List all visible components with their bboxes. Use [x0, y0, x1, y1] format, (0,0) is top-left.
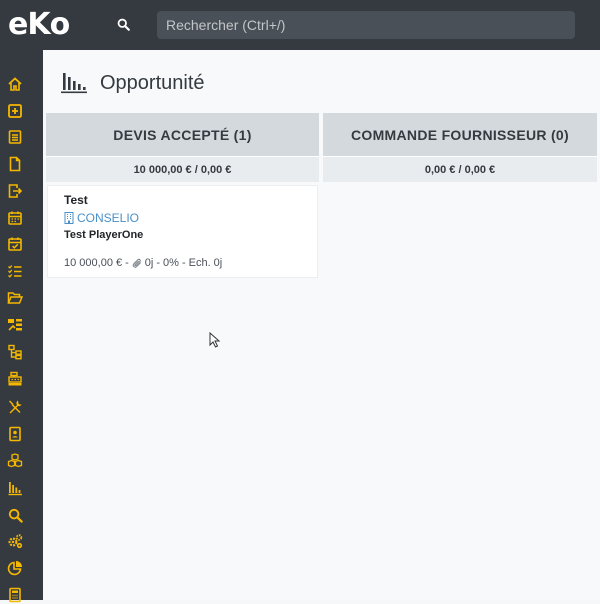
search-icon — [117, 18, 130, 31]
sidebar-item-calendar[interactable] — [6, 209, 24, 227]
paperclip-icon — [132, 258, 141, 268]
project-diagram-icon — [8, 319, 22, 331]
card-due: Ech. 0j — [188, 257, 223, 269]
sidebar-item-agenda[interactable] — [6, 235, 24, 253]
opportunity-card[interactable]: Test CONSELIO Test PlayerOne 10 000,00 €… — [47, 185, 318, 278]
logo-suffix: o — [49, 6, 71, 42]
column-title: COMMANDE FOURNISSEUR (0) — [323, 113, 597, 156]
sidebar-item-folder[interactable] — [6, 289, 24, 307]
sidebar-item-products[interactable] — [6, 452, 24, 470]
sidebar-item-opportunities[interactable] — [6, 479, 24, 497]
page-title: Opportunité — [100, 71, 205, 94]
sidebar-item-contacts[interactable] — [6, 425, 24, 443]
card-contact: Test PlayerOne — [64, 229, 144, 241]
list-alt-icon — [8, 130, 22, 144]
card-title: Test — [64, 193, 88, 207]
plus-square-icon — [8, 104, 22, 118]
search-icon — [8, 508, 23, 523]
calculator-icon — [9, 587, 21, 603]
sidebar-item-tasks[interactable] — [6, 262, 24, 280]
chart-pie-icon — [7, 561, 22, 576]
id-card-icon — [9, 426, 21, 442]
main-content: Opportunité DEVIS ACCEPTÉ (1) 10 000,00 … — [43, 50, 600, 600]
folder-open-icon — [7, 292, 23, 304]
column-total: 10 000,00 € / 0,00 € — [46, 156, 319, 182]
chart-bars-icon — [61, 73, 87, 94]
sidebar-item-new[interactable] — [6, 102, 24, 120]
separator: - — [125, 257, 129, 269]
card-percent: 0% — [163, 257, 179, 269]
column-title: DEVIS ACCEPTÉ (1) — [46, 113, 319, 156]
sidebar-item-file[interactable] — [6, 155, 24, 173]
mouse-cursor-icon — [209, 332, 221, 348]
cogs-icon — [8, 534, 23, 549]
page-header: Opportunité — [61, 70, 205, 96]
sidebar-item-home[interactable] — [6, 75, 24, 93]
kanban-column-commande-fournisseur: COMMANDE FOURNISSEUR (0) 0,00 € / 0,00 € — [323, 113, 597, 182]
kanban-column-devis-accepte: DEVIS ACCEPTÉ (1) 10 000,00 € / 0,00 € — [46, 113, 319, 182]
sidebar-item-calculator[interactable] — [6, 586, 24, 604]
sidebar-item-list[interactable] — [6, 128, 24, 146]
calendar-icon — [8, 211, 22, 225]
sidebar-item-projects[interactable] — [6, 316, 24, 334]
card-days: 0j — [144, 257, 154, 269]
logo-prefix: e — [8, 6, 28, 42]
card-meta: 10 000,00 € - 0j - 0% - Ech. 0j — [64, 257, 222, 269]
calendar-check-icon — [8, 237, 22, 251]
file-icon — [9, 156, 21, 172]
app-logo[interactable]: eKo — [8, 6, 71, 42]
card-amount: 10 000,00 € — [64, 257, 123, 269]
sitemap-icon — [8, 344, 22, 360]
sidebar-item-settings[interactable] — [6, 532, 24, 550]
sidebar-item-reports[interactable] — [6, 559, 24, 577]
sidebar-item-tools[interactable] — [6, 398, 24, 416]
separator: - — [181, 257, 186, 269]
sidebar-item-export[interactable] — [6, 182, 24, 200]
separator: - — [156, 257, 161, 269]
tasks-icon — [8, 265, 22, 278]
card-company-link[interactable]: CONSELIO — [64, 211, 139, 225]
home-icon — [8, 77, 22, 91]
sidebar — [0, 50, 43, 603]
sidebar-item-cash[interactable] — [6, 370, 24, 388]
column-total: 0,00 € / 0,00 € — [323, 156, 597, 182]
file-export-icon — [8, 184, 23, 198]
search-button[interactable] — [112, 13, 134, 35]
top-bar: eKo — [0, 0, 600, 50]
cubes-icon — [7, 453, 23, 468]
tools-icon — [9, 400, 22, 414]
cash-register-icon — [8, 371, 22, 386]
search-input[interactable] — [157, 11, 575, 39]
building-icon — [64, 212, 74, 224]
sidebar-item-structure[interactable] — [6, 343, 24, 361]
chart-bars-icon — [8, 482, 22, 496]
logo-k: K — [27, 6, 50, 42]
card-company-name: CONSELIO — [77, 211, 140, 225]
sidebar-item-search[interactable] — [6, 506, 24, 524]
